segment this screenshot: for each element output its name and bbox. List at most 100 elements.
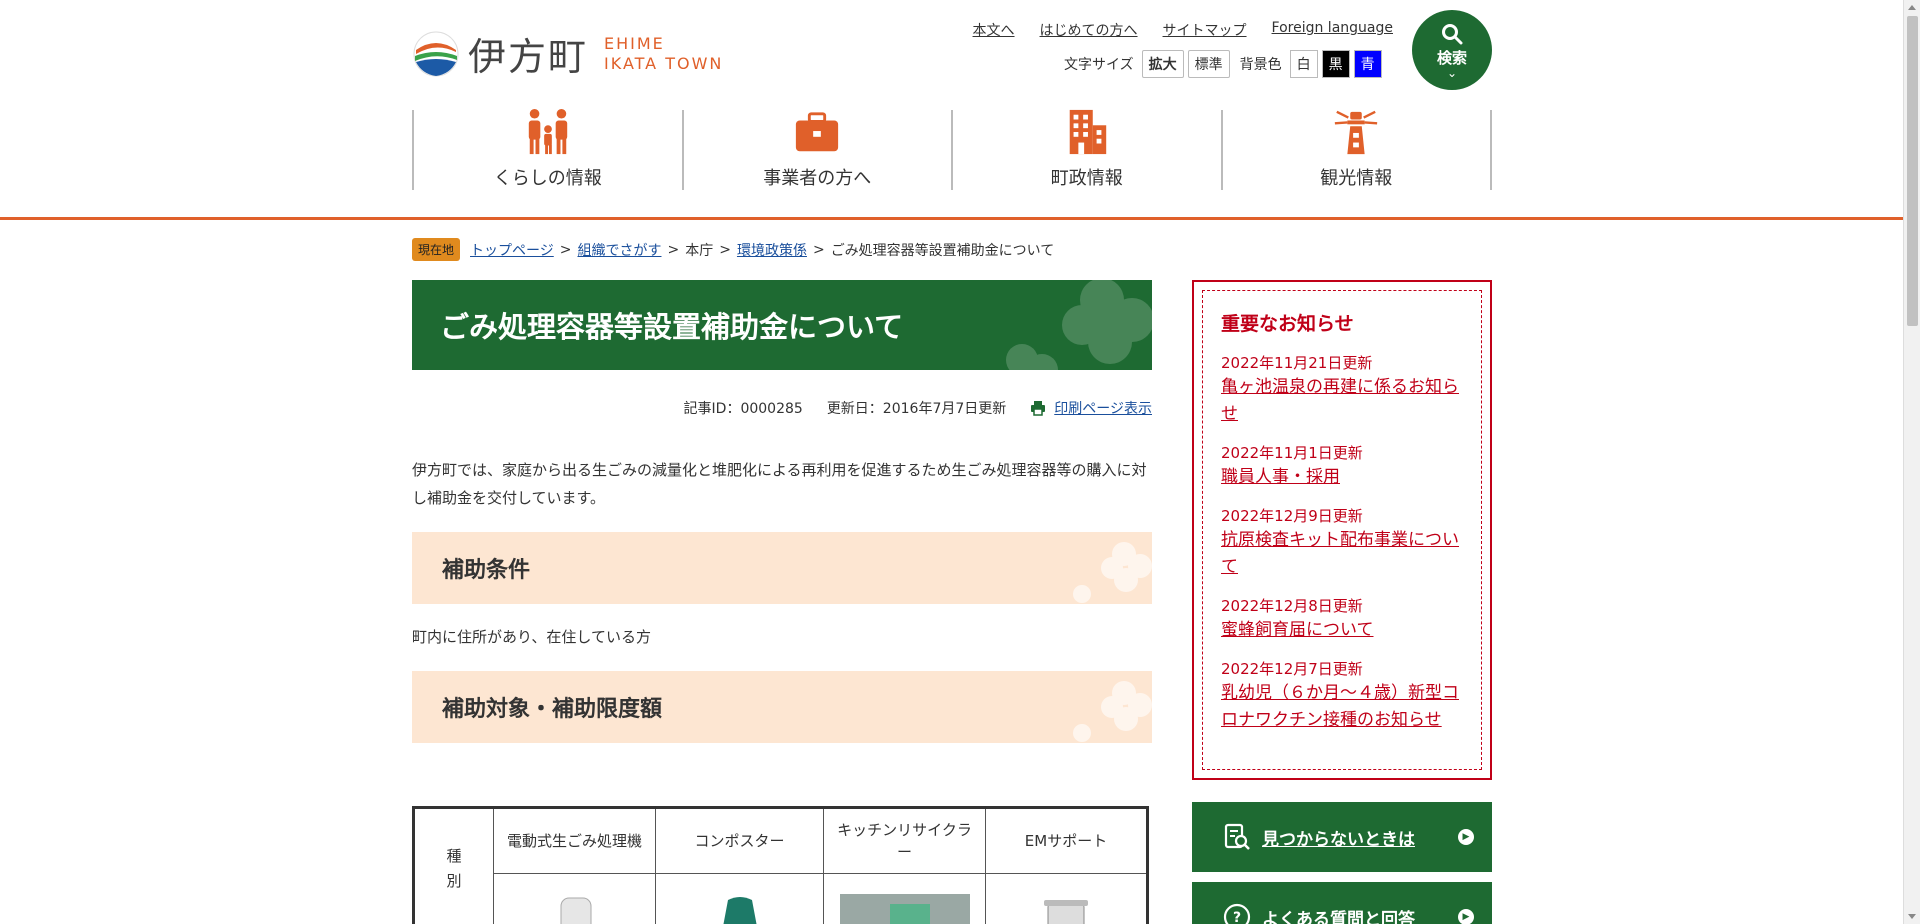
nav-label-town-government: 町政情報 <box>1050 168 1123 189</box>
notice-title: 重要なお知らせ <box>1221 313 1354 335</box>
notice-link[interactable]: 亀ヶ池温泉の再建に係るお知らせ <box>1221 374 1463 428</box>
nav-label-tourism: 観光情報 <box>1320 168 1393 189</box>
bg-blue-button[interactable]: 青 <box>1353 50 1382 78</box>
logo-text-en: EHIME IKATA TOWN <box>604 34 723 74</box>
bg-black-button[interactable]: 黒 <box>1321 50 1350 78</box>
family-icon <box>528 108 567 155</box>
briefcase-icon <box>796 112 839 152</box>
search-icon <box>1442 23 1463 44</box>
table-col-electric: 電動式生ごみ処理機 <box>493 807 656 874</box>
breadcrumb-separator: > <box>559 241 572 258</box>
notice-date: 2022年12月9日更新 <box>1221 507 1363 525</box>
notice-item: 2022年12月8日更新 蜜蜂飼育届について <box>1221 595 1463 644</box>
table-col-composter: コンポスター <box>655 807 824 874</box>
chevron-down-icon: ⌄ <box>1446 65 1458 80</box>
utility-links: 本文へ はじめての方へ サイトマップ Foreign language <box>973 20 1393 40</box>
table-row <box>414 873 1148 924</box>
scrollbar-thumb[interactable] <box>1907 16 1918 326</box>
article-updated: 更新日：2016年7月7日更新 <box>826 401 1007 417</box>
breadcrumb-separator: > <box>812 241 825 258</box>
breadcrumb-link-top[interactable]: トップページ <box>470 240 554 260</box>
heading-target-limit-text: 補助対象・補助限度額 <box>442 697 663 722</box>
nav-item-town-government[interactable]: 町政情報 <box>951 109 1221 190</box>
notice-link[interactable]: 抗原検査キット配布事業について <box>1221 527 1463 581</box>
notice-item: 2022年12月9日更新 抗原検査キット配布事業について <box>1221 505 1463 581</box>
product-image-em-support <box>985 873 1148 924</box>
site-logo[interactable]: 伊方町 EHIME IKATA TOWN <box>412 26 723 81</box>
accessibility-tools: 文字サイズ 拡大 標準 背景色 白 黒 青 <box>1064 50 1386 78</box>
building-icon <box>1069 109 1106 155</box>
breadcrumb-text-main-office: 本庁 <box>685 242 714 259</box>
notice-item: 2022年11月21日更新 亀ヶ池温泉の再建に係るお知らせ <box>1221 352 1463 428</box>
heading-conditions: 補助条件 <box>412 532 1152 604</box>
question-icon: ? <box>1223 903 1251 924</box>
breadcrumb-separator: > <box>719 241 731 258</box>
font-normal-button[interactable]: 標準 <box>1187 50 1230 78</box>
notice-item: 2022年11月1日更新 職員人事・採用 <box>1221 442 1463 491</box>
link-sitemap[interactable]: サイトマップ <box>1163 20 1247 40</box>
table-row-header: 種別 <box>413 807 494 924</box>
subsidy-table: 種別 電動式生ごみ処理機 コンポスター キッチンリサイクラー EMサポート <box>412 806 1149 924</box>
not-found-label: 見つからないときは <box>1262 829 1415 850</box>
nav-item-business[interactable]: 事業者の方へ <box>681 110 952 190</box>
svg-text:?: ? <box>1233 910 1241 924</box>
notice-item: 2022年12月7日更新 乳幼児（６か月～４歳）新型コロナワクチン接種のお知らせ <box>1221 658 1463 734</box>
bg-color-label: 背景色 <box>1239 57 1282 73</box>
faq-button[interactable]: ? よくある質問と回答 ▶ <box>1192 882 1492 924</box>
heading-conditions-text: 補助条件 <box>442 558 531 583</box>
font-size-label: 文字サイズ <box>1064 57 1134 73</box>
link-first-visit[interactable]: はじめての方へ <box>1040 20 1138 40</box>
composter-image <box>723 897 756 924</box>
page-title-text: ごみ処理容器等設置補助金について <box>440 310 904 344</box>
search-toggle-button[interactable]: 検索 ⌄ <box>1412 10 1492 90</box>
not-found-button[interactable]: 見つからないときは ▶ <box>1192 802 1492 872</box>
table-row: 種別 電動式生ごみ処理機 コンポスター キッチンリサイクラー EMサポート <box>413 807 1148 924</box>
link-foreign-language[interactable]: Foreign language <box>1272 20 1393 40</box>
clover-decoration-icon <box>1073 542 1152 603</box>
nav-label-business: 事業者の方へ <box>763 168 872 189</box>
table-col-kitchen-recycler: キッチンリサイクラー <box>823 807 986 874</box>
article-id: 記事ID：0000285 <box>683 401 803 417</box>
lighthouse-icon <box>1335 110 1378 155</box>
notice-link[interactable]: 蜜蜂飼育届について <box>1221 617 1463 644</box>
product-image-electric <box>493 873 656 924</box>
product-image-composter <box>655 873 824 924</box>
product-image-kitchen-recycler <box>823 873 986 924</box>
logo-text-jp: 伊方町 <box>468 35 589 79</box>
bg-white-button[interactable]: 白 <box>1289 50 1318 78</box>
breadcrumb-link-organization[interactable]: 組織でさがす <box>577 240 661 260</box>
nav-item-living[interactable]: くらしの情報 <box>412 108 682 190</box>
notice-link[interactable]: 乳幼児（６か月～４歳）新型コロナワクチン接種のお知らせ <box>1221 680 1463 734</box>
current-location-badge: 現在地 <box>412 238 461 261</box>
intro-text: 伊方町では、家庭から出る生ごみの減量化と堆肥化による再利用を促進するため生ごみ処… <box>412 461 1147 507</box>
print-page-link[interactable]: 印刷ページ表示 <box>1054 398 1152 418</box>
scroll-up-icon[interactable] <box>1908 5 1916 10</box>
global-nav: くらしの情報 事業者の方へ 町政情報 観光情報 <box>412 108 1492 190</box>
table-col-em-support: EMサポート <box>985 807 1148 874</box>
font-large-button[interactable]: 拡大 <box>1141 50 1184 78</box>
important-notices-inner: 重要なお知らせ 2022年11月21日更新 亀ヶ池温泉の再建に係るお知らせ 20… <box>1202 290 1482 770</box>
search-label: 検索 <box>1436 48 1467 67</box>
nav-label-living: くらしの情報 <box>493 168 602 189</box>
scroll-down-icon[interactable] <box>1908 914 1916 919</box>
breadcrumb-current: ごみ処理容器等設置補助金について <box>830 242 1055 259</box>
arrow-right-icon: ▶ <box>1458 829 1474 845</box>
site-header: 伊方町 EHIME IKATA TOWN 本文へ はじめての方へ サイトマップ … <box>0 0 1903 220</box>
article-meta: 記事ID：0000285 更新日：2016年7月7日更新 印刷ページ表示 <box>412 398 1152 418</box>
em-support-image <box>1044 900 1088 924</box>
clover-decoration-icon <box>1073 681 1152 742</box>
clover-decoration-icon <box>1006 280 1152 370</box>
breadcrumb-link-environment[interactable]: 環境政策係 <box>737 240 807 260</box>
heading-target-limit: 補助対象・補助限度額 <box>412 671 1152 743</box>
electric-processor-image <box>560 897 591 924</box>
logo-en-line1: EHIME <box>604 33 665 53</box>
nav-item-tourism[interactable]: 観光情報 <box>1220 110 1492 190</box>
page-scrollbar[interactable] <box>1903 0 1920 924</box>
document-search-icon <box>1224 823 1250 850</box>
notice-date: 2022年11月1日更新 <box>1221 444 1363 462</box>
printer-icon <box>1031 401 1046 416</box>
notice-link[interactable]: 職員人事・採用 <box>1221 464 1463 491</box>
notice-date: 2022年12月8日更新 <box>1221 597 1363 615</box>
important-notices-box: 重要なお知らせ 2022年11月21日更新 亀ヶ池温泉の再建に係るお知らせ 20… <box>1192 280 1492 780</box>
link-skip-to-content[interactable]: 本文へ <box>973 20 1015 40</box>
